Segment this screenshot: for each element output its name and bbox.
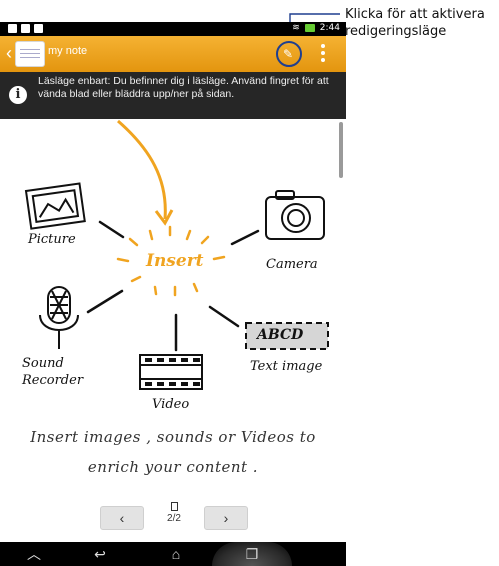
camera-icon (265, 190, 325, 240)
previous-page-button[interactable]: ‹ (100, 506, 144, 530)
insert-label: Insert (146, 251, 204, 271)
notification-icons (8, 24, 43, 33)
insert-illustration: Insert Picture Camera Sound Recorder ABC… (0, 119, 346, 412)
video-icon (139, 354, 203, 390)
page-indicator: 2/2 (163, 502, 185, 524)
back-chevron-icon[interactable]: ‹ (6, 44, 12, 62)
tagline-line-1: Insert images , sounds or Videos to (30, 428, 316, 446)
callout-line-2: redigeringsläge (345, 24, 447, 39)
pencil-icon: ✎ (283, 47, 294, 61)
read-mode-banner: i Läsläge enbart: Du befinner dig i läsl… (0, 72, 346, 119)
notification-icon (34, 24, 43, 33)
abcd-label: ABCD (257, 327, 304, 343)
battery-icon (304, 24, 315, 32)
page-number: 2/2 (167, 513, 181, 524)
video-label: Video (152, 397, 190, 412)
status-bar: ≋ 2:44 (0, 22, 346, 36)
clock: 2:44 (319, 23, 340, 33)
back-icon[interactable]: ↩ (90, 545, 110, 563)
status-right: ≋ 2:44 (292, 23, 340, 33)
overflow-menu-icon[interactable] (320, 44, 326, 64)
wifi-icon: ≋ (292, 23, 300, 33)
note-title: my note (48, 45, 88, 57)
picture-icon (24, 182, 86, 230)
page-icon (170, 502, 178, 511)
camera-label: Camera (266, 257, 318, 272)
connector-lines (86, 220, 260, 352)
notification-icon (8, 24, 17, 33)
read-mode-message: Läsläge enbart: Du befinner dig i läsläg… (38, 75, 329, 100)
home-icon[interactable]: ⌂ (166, 545, 186, 563)
text-image-label: Text image (250, 359, 323, 374)
orange-arrow-path (117, 119, 167, 220)
edit-mode-button[interactable]: ✎ (276, 41, 302, 67)
device-screen: ≋ 2:44 ‹ my note ✎ i Läsläge enbart: Du … (0, 22, 346, 566)
action-bar: ‹ my note ✎ (0, 36, 346, 72)
system-nav-bar: ︿ ↩ ⌂ ❐ (0, 542, 346, 566)
page-navigator: ‹ 2/2 › (0, 502, 346, 532)
sound-label: Sound (22, 356, 64, 371)
callout-text: Klicka för att aktivera redigeringsläge (345, 6, 485, 40)
recorder-label: Recorder (22, 373, 84, 388)
next-page-button[interactable]: › (204, 506, 248, 530)
info-icon: i (9, 86, 27, 104)
recent-apps-icon[interactable]: ❐ (242, 545, 262, 563)
tagline-line-2: enrich your content . (87, 458, 259, 476)
notebook-app-icon[interactable] (16, 42, 44, 66)
microphone-icon (39, 286, 79, 349)
callout-line-1: Klicka för att aktivera (345, 7, 485, 22)
picture-label: Picture (28, 232, 76, 247)
notification-icon (21, 24, 30, 33)
menu-icon[interactable]: ︿ (24, 545, 44, 563)
